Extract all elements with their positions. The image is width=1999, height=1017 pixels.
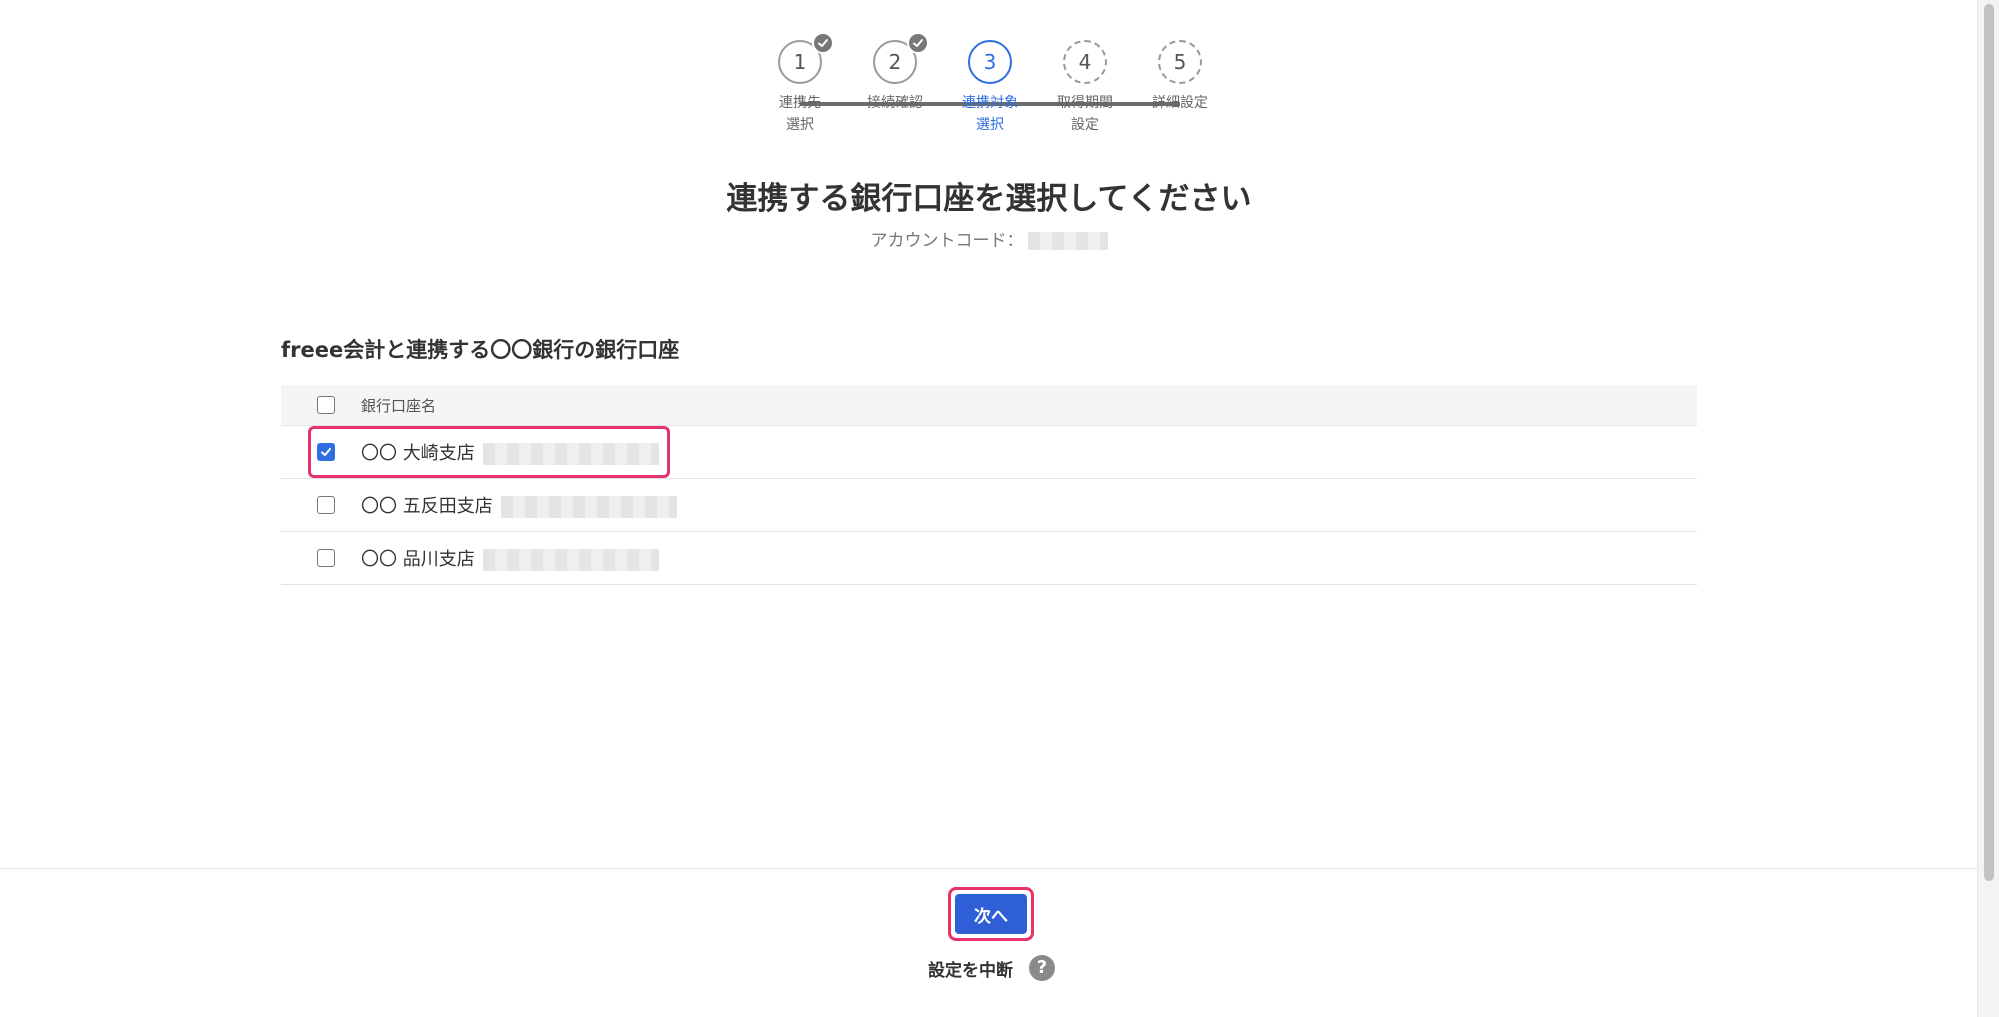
step-number: 4 bbox=[1078, 50, 1092, 74]
help-icon[interactable]: ? bbox=[1029, 955, 1055, 981]
redacted-value bbox=[500, 496, 677, 518]
select-all-checkbox[interactable] bbox=[317, 396, 335, 414]
step-number: 3 bbox=[983, 50, 997, 74]
step-4-circle: 4 bbox=[1063, 40, 1107, 84]
account-name: 〇〇 大崎支店 bbox=[361, 439, 659, 465]
account-name-text: 〇〇 品川支店 bbox=[361, 549, 475, 570]
step-3-circle: 3 bbox=[968, 40, 1012, 84]
next-button[interactable]: 次へ bbox=[955, 894, 1027, 934]
check-icon bbox=[812, 32, 834, 54]
redacted-value bbox=[482, 549, 659, 571]
account-name: 〇〇 五反田支店 bbox=[361, 492, 677, 518]
account-checkbox-shinagawa[interactable] bbox=[317, 549, 335, 567]
step-number: 1 bbox=[793, 50, 807, 74]
page: 1 連携先 選択 2 接続確認 3 連携対象 選択 4 取得期間 設定 5 詳細… bbox=[0, 0, 1999, 1017]
redacted-value bbox=[482, 443, 659, 465]
account-checkbox-gotanda[interactable] bbox=[317, 496, 335, 514]
progress-stepper: 1 連携先 選択 2 接続確認 3 連携対象 選択 4 取得期間 設定 5 詳細… bbox=[0, 32, 1978, 150]
abort-setup-link[interactable]: 設定を中断 bbox=[928, 956, 1013, 981]
account-checkbox-osaki[interactable] bbox=[317, 443, 335, 461]
scrollbar-thumb[interactable] bbox=[1984, 4, 1994, 881]
abort-setup: 設定を中断 ? bbox=[928, 955, 1055, 981]
section-title: freee会計と連携する〇〇銀行の銀行口座 bbox=[281, 338, 680, 362]
step-2-circle: 2 bbox=[873, 32, 929, 84]
step-5: 5 詳細設定 bbox=[1120, 40, 1240, 114]
step-number: 2 bbox=[888, 50, 902, 74]
checkmark-icon bbox=[321, 448, 331, 456]
redacted-value bbox=[1027, 232, 1108, 250]
table-row[interactable]: 〇〇 品川支店 bbox=[281, 532, 1697, 585]
table-row[interactable]: 〇〇 五反田支店 bbox=[281, 479, 1697, 532]
step-label: 詳細設定 bbox=[1152, 95, 1208, 111]
table-header: 銀行口座名 bbox=[281, 385, 1697, 426]
account-name-text: 〇〇 五反田支店 bbox=[361, 496, 493, 517]
account-code: アカウントコード： bbox=[0, 226, 1978, 251]
step-number: 5 bbox=[1173, 50, 1187, 74]
account-name: 〇〇 品川支店 bbox=[361, 545, 659, 571]
step-5-circle: 5 bbox=[1158, 40, 1202, 84]
step-1-circle: 1 bbox=[778, 32, 834, 84]
page-title: 連携する銀行口座を選択してください bbox=[726, 181, 1252, 217]
check-icon bbox=[907, 32, 929, 54]
account-table: 銀行口座名 〇〇 大崎支店 〇〇 五反田支店 〇〇 品川支店 bbox=[281, 385, 1697, 585]
scrollbar[interactable] bbox=[1977, 0, 1999, 1017]
footer-divider bbox=[0, 868, 1978, 869]
next-button-highlight: 次へ bbox=[948, 887, 1034, 941]
column-header-account-name: 銀行口座名 bbox=[361, 396, 437, 415]
account-name-text: 〇〇 大崎支店 bbox=[361, 443, 475, 464]
table-row[interactable]: 〇〇 大崎支店 bbox=[281, 426, 1697, 479]
account-code-label: アカウントコード： bbox=[870, 231, 1024, 251]
